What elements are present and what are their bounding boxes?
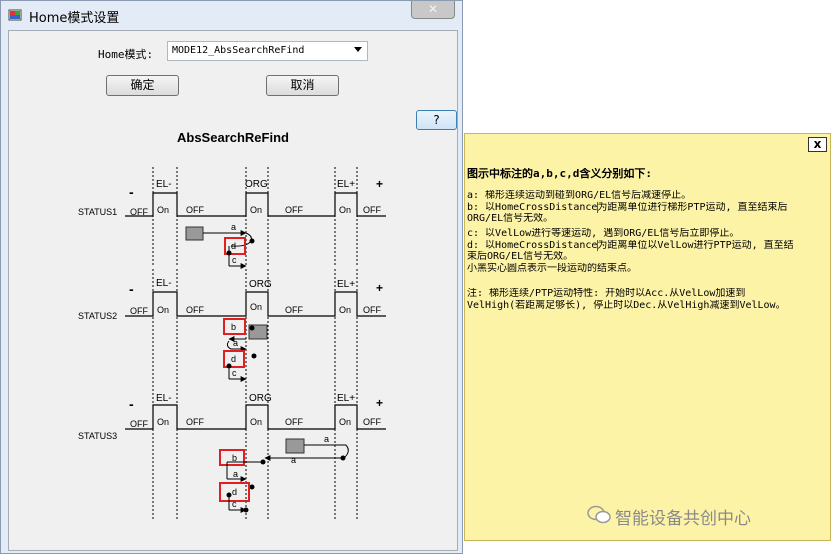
label-c: c: [232, 255, 237, 265]
tooltip-line-d-rest: 为距离单位以VelLow进行PTP运动, 直至结: [597, 240, 794, 251]
on-label: On: [157, 205, 169, 215]
org-label: ORG: [249, 279, 272, 290]
off-label: OFF: [363, 305, 381, 315]
on-label: On: [339, 205, 351, 215]
off-label: OFF: [130, 419, 148, 429]
off-label: OFF: [186, 205, 204, 215]
tooltip-note1: 注: 梯形连续/PTP运动特性: 开始时以Acc.从VelLow加速到: [467, 288, 746, 299]
tooltip-close-button[interactable]: x: [808, 137, 827, 152]
tooltip-line-b-rest: 为距离单位进行梯形PTP运动, 直至结束后: [597, 202, 788, 213]
tooltip-line-b1: b: 以HomeCrossDistance为距离单位进行梯形PTP运动, 直至结…: [467, 202, 829, 213]
el-plus-label: EL+: [337, 393, 355, 404]
diagram-title: AbsSearchReFind: [177, 130, 289, 145]
plus-sign: +: [376, 177, 383, 191]
org-label: ORG: [245, 179, 268, 190]
tooltip-heading: 图示中标注的a,b,c,d含义分别如下:: [467, 168, 652, 179]
tooltip-line-c: c: 以VelLow进行等速运动, 遇到ORG/EL信号后立即停止。: [467, 228, 740, 239]
label-a: a: [231, 222, 236, 232]
el-plus-label: EL+: [337, 279, 355, 290]
chevron-down-icon: [354, 47, 362, 52]
label-c: c: [232, 368, 237, 378]
tooltip-note2: VelHigh(若距离足够长), 停止时以Dec.从VelHigh减速到VelL…: [467, 300, 786, 311]
tooltip-line-dot: 小黑实心圆点表示一段运动的结束点。: [467, 263, 637, 274]
home-mode-label: Home模式:: [98, 48, 154, 61]
watermark-text: 智能设备共创中心: [615, 509, 751, 529]
el-plus-label: EL+: [337, 179, 355, 190]
on-label: On: [250, 302, 262, 312]
on-label: On: [250, 417, 262, 427]
org-label: ORG: [249, 393, 272, 404]
help-button[interactable]: ?: [416, 110, 457, 130]
tooltip-line-b2: ORG/EL信号无效。: [467, 213, 554, 224]
off-label: OFF: [285, 205, 303, 215]
off-label: OFF: [130, 306, 148, 316]
on-label: On: [339, 417, 351, 427]
label-d: d: [231, 354, 236, 364]
minus-sign: -: [129, 281, 134, 297]
off-label: OFF: [285, 305, 303, 315]
home-mode-select[interactable]: MODE12_AbsSearchReFind: [167, 41, 368, 61]
highlight-d: d: 以HomeCrossDistance: [467, 240, 599, 251]
off-label: OFF: [285, 417, 303, 427]
label-c: c: [232, 499, 237, 509]
label-d: d: [231, 241, 236, 251]
off-label: OFF: [130, 207, 148, 217]
close-icon: ✕: [427, 2, 439, 16]
highlight-b: b: 以HomeCrossDistance: [467, 202, 599, 213]
on-label: On: [250, 205, 262, 215]
on-label: On: [157, 417, 169, 427]
cancel-button[interactable]: 取消: [266, 75, 339, 96]
status3-label: STATUS3: [78, 431, 117, 441]
minus-sign: -: [129, 396, 134, 412]
plus-sign: +: [376, 396, 383, 410]
status2-label: STATUS2: [78, 311, 117, 321]
help-tooltip: x 图示中标注的a,b,c,d含义分别如下: a: 梯形连续运动到碰到ORG/E…: [464, 133, 831, 541]
label-a: a: [324, 434, 329, 444]
status1-group: - + EL- ORG EL+ STATUS1 OFF On OFF On OF…: [78, 167, 386, 269]
off-label: OFF: [363, 205, 381, 215]
home-mode-dialog: Home模式设置 ✕ Home模式: MODE12_AbsSearchReFin…: [0, 0, 463, 554]
label-a: a: [233, 469, 238, 479]
ok-button[interactable]: 确定: [106, 75, 179, 96]
label-b: b: [231, 322, 236, 332]
title-bar[interactable]: Home模式设置: [1, 1, 462, 29]
tooltip-line-d1: d: 以HomeCrossDistance为距离单位以VelLow进行PTP运动…: [467, 240, 829, 251]
status2-group: - + EL- ORG EL+ STATUS2 OFF On OFF On OF…: [78, 269, 386, 383]
window-title: Home模式设置: [29, 11, 120, 26]
tooltip-line-a: a: 梯形连续运动到碰到ORG/EL信号后减速停止。: [467, 190, 692, 201]
status1-label: STATUS1: [78, 207, 117, 217]
status3-group: - + EL- ORG EL+ STATUS3 OFF On OFF On OF…: [78, 385, 386, 521]
home-mode-value: MODE12_AbsSearchReFind: [172, 45, 305, 56]
on-label: On: [339, 305, 351, 315]
label-a: a: [291, 455, 296, 465]
plus-sign: +: [376, 281, 383, 295]
el-minus-label: EL-: [156, 179, 172, 190]
wechat-icon: [587, 505, 611, 524]
app-icon: [8, 9, 22, 21]
homing-diagram: AbsSearchReFind - + EL- ORG EL+ STATUS1 …: [78, 130, 386, 521]
label-a: a: [233, 338, 238, 348]
label-d: d: [232, 487, 237, 497]
on-label: On: [157, 305, 169, 315]
tooltip-line-d2: 束后ORG/EL信号无效。: [467, 251, 574, 262]
close-button[interactable]: ✕: [411, 1, 455, 19]
off-label: OFF: [363, 417, 381, 427]
off-label: OFF: [186, 305, 204, 315]
off-label: OFF: [186, 417, 204, 427]
el-minus-label: EL-: [156, 393, 172, 404]
el-minus-label: EL-: [156, 278, 172, 289]
minus-sign: -: [129, 184, 134, 200]
